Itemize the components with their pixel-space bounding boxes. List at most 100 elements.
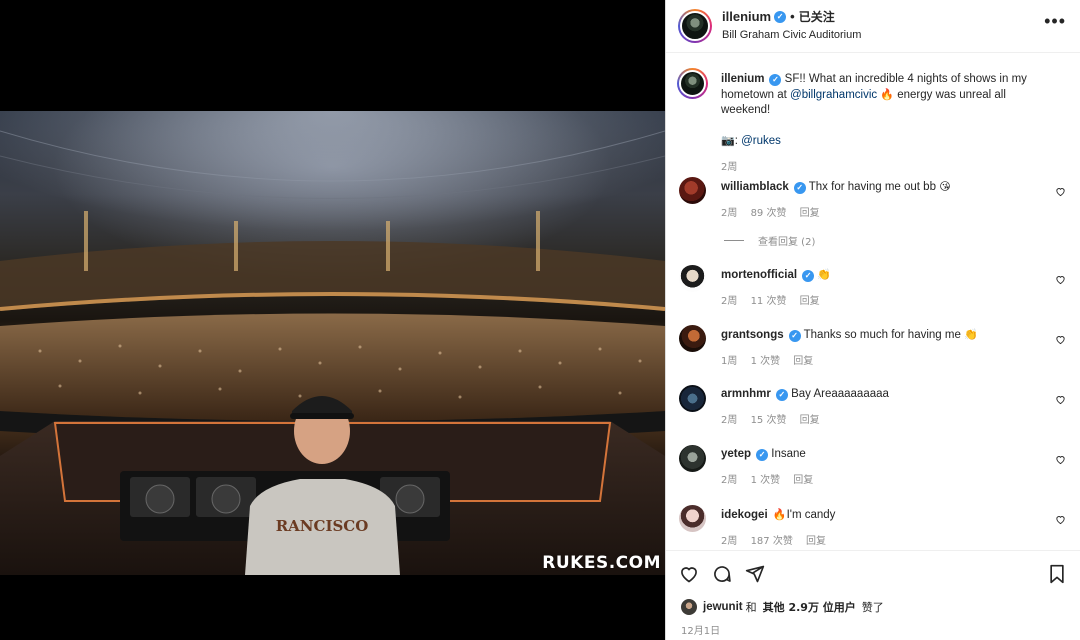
comment-text: Thanks so much for having me (803, 329, 961, 341)
reply-button[interactable]: 回复 (800, 296, 820, 307)
comment-username[interactable]: grantsongs (721, 329, 784, 341)
likes-connector: 和 (745, 601, 757, 614)
reply-button[interactable]: 回复 (793, 475, 813, 486)
heart-icon[interactable] (1055, 394, 1066, 405)
post-date[interactable]: 12月1日 (681, 622, 720, 637)
comment-text: Insane (771, 448, 806, 460)
separator-dot: • (790, 9, 795, 24)
comment-emoji: 🔥 (772, 508, 787, 521)
post-photo[interactable]: RANCISCO RUKES.COM (0, 111, 665, 575)
post-header: illenium ✓ • 已关注 Bill Graham Civic Audit… (666, 0, 1080, 53)
heart-icon[interactable] (1055, 186, 1066, 197)
caption-username[interactable]: illenium (721, 73, 764, 85)
comment-body: mortenofficial ✓ 👏 2周 11 次赞 回复 (721, 267, 1044, 309)
comment-time[interactable]: 2周 (721, 296, 737, 307)
comment-likes[interactable]: 187 次赞 (751, 536, 793, 547)
verified-icon: ✓ (774, 11, 787, 23)
liker-username[interactable]: jewunit (703, 601, 743, 613)
comment-username[interactable]: williamblack (721, 181, 789, 193)
verified-icon: ✓ (769, 73, 782, 86)
photo-watermark: RUKES.COM (542, 553, 661, 573)
grantsongs-avatar[interactable] (679, 325, 706, 352)
comment-body: grantsongs ✓ Thanks so much for having me… (721, 327, 1044, 369)
post-side-panel: illenium ✓ • 已关注 Bill Graham Civic Audit… (665, 0, 1080, 640)
caption-mention[interactable]: @billgrahamcivic (790, 89, 877, 101)
header-line: illenium ✓ • 已关注 (722, 9, 861, 25)
more-icon[interactable]: ••• (1044, 12, 1066, 30)
comment-body: armnhmr ✓ Bay Areaaaaaaaaa 2周 15 次赞 回复 (721, 387, 1044, 428)
header-text: illenium ✓ • 已关注 Bill Graham Civic Audit… (722, 9, 861, 43)
comment-meta: 2周 187 次赞 回复 (721, 534, 1044, 549)
jewunit-avatar[interactable] (681, 599, 697, 615)
concert-crowd-illustration: RANCISCO (0, 111, 665, 575)
reply-button[interactable]: 回复 (806, 536, 826, 547)
comment-username[interactable]: idekogei (721, 509, 768, 521)
comment-time[interactable]: 2周 (721, 536, 737, 547)
fire-emoji: 🔥 (880, 88, 895, 101)
comment-meta: 2周 1 次赞 回复 (721, 473, 1044, 488)
comment-meta: 2周 89 次赞 回复 (721, 206, 1044, 221)
mortenofficial-avatar[interactable] (679, 265, 706, 292)
caption-time[interactable]: 2周 (721, 162, 737, 173)
reply-button[interactable]: 回复 (793, 356, 813, 367)
armnhmr-avatar[interactable] (679, 385, 706, 412)
credit-mention[interactable]: @rukes (741, 135, 781, 147)
comment-username[interactable]: armnhmr (721, 388, 771, 400)
caption-avatar[interactable] (677, 68, 708, 99)
heart-icon[interactable] (679, 564, 699, 584)
caption-body: illenium ✓ SF!! What an incredible 4 nigh… (721, 72, 1044, 175)
verified-icon: ✓ (775, 388, 788, 401)
comments-list: illenium ✓ SF!! What an incredible 4 nigh… (666, 54, 1080, 549)
verified-icon: ✓ (788, 329, 801, 342)
reply-button[interactable]: 回复 (800, 415, 820, 426)
instagram-post-view: RANCISCO RUKES.COM illenium ✓ • 已关注 Bill… (0, 0, 1080, 640)
view-replies-label: 查看回复 (2) (758, 237, 816, 248)
comment-body: williamblack ✓ Thx for having me out bb 😘… (721, 179, 1044, 221)
heart-icon[interactable] (1055, 454, 1066, 465)
bookmark-icon[interactable] (1047, 564, 1067, 584)
post-location[interactable]: Bill Graham Civic Auditorium (722, 27, 861, 43)
yetep-avatar[interactable] (679, 445, 706, 472)
likes-summary: jewunit 和 其他 2.9万 位用户 赞了 (681, 599, 887, 615)
comment-username[interactable]: yetep (721, 448, 751, 460)
likes-suffix: 赞了 (861, 601, 884, 614)
comment-text: I'm candy (786, 509, 836, 521)
following-button[interactable]: 已关注 (799, 9, 835, 25)
comment-likes[interactable]: 89 次赞 (751, 208, 787, 219)
share-icon[interactable] (745, 564, 765, 584)
comment-time[interactable]: 2周 (721, 208, 737, 219)
comment-emoji: 👏 (964, 328, 978, 341)
comment-likes[interactable]: 1 次赞 (751, 356, 781, 367)
comment-time[interactable]: 1周 (721, 356, 737, 367)
comment-time[interactable]: 2周 (721, 415, 737, 426)
view-replies-button[interactable]: 查看回复 (2) (724, 233, 815, 248)
heart-icon[interactable] (1055, 334, 1066, 345)
author-avatar-image (680, 11, 710, 41)
comment-likes[interactable]: 11 次赞 (751, 296, 787, 307)
comment-time[interactable]: 2周 (721, 475, 737, 486)
comment-meta: 2周 11 次赞 回复 (721, 294, 1044, 309)
comment-emoji: 👏 (817, 268, 831, 281)
comment-text: Thx for having me out bb (808, 181, 936, 193)
comment-likes[interactable]: 1 次赞 (751, 475, 781, 486)
heart-icon[interactable] (1055, 514, 1066, 525)
author-avatar[interactable] (678, 9, 712, 43)
caption-meta: 2周 (721, 160, 1044, 175)
heart-icon[interactable] (1055, 274, 1066, 285)
comment-username[interactable]: mortenofficial (721, 269, 797, 281)
comment-icon[interactable] (712, 564, 732, 584)
verified-icon: ✓ (793, 181, 806, 194)
author-username[interactable]: illenium (722, 9, 771, 25)
reply-button[interactable]: 回复 (800, 208, 820, 219)
williamblack-avatar[interactable] (679, 177, 706, 204)
likes-others[interactable]: 其他 2.9万 位用户 (763, 599, 856, 615)
comment-likes[interactable]: 15 次赞 (751, 415, 787, 426)
comment-body: idekogei 🔥I'm candy 2周 187 次赞 回复 (721, 507, 1044, 549)
comment-meta: 2周 15 次赞 回复 (721, 413, 1044, 428)
comment-text: Bay Areaaaaaaaaa (791, 388, 889, 400)
verified-icon: ✓ (802, 269, 815, 282)
svg-text:RANCISCO: RANCISCO (276, 517, 369, 535)
media-panel: RANCISCO RUKES.COM (0, 0, 665, 640)
photo-credit: 📷: @rukes (721, 134, 781, 147)
idekogei-avatar[interactable] (679, 505, 706, 532)
